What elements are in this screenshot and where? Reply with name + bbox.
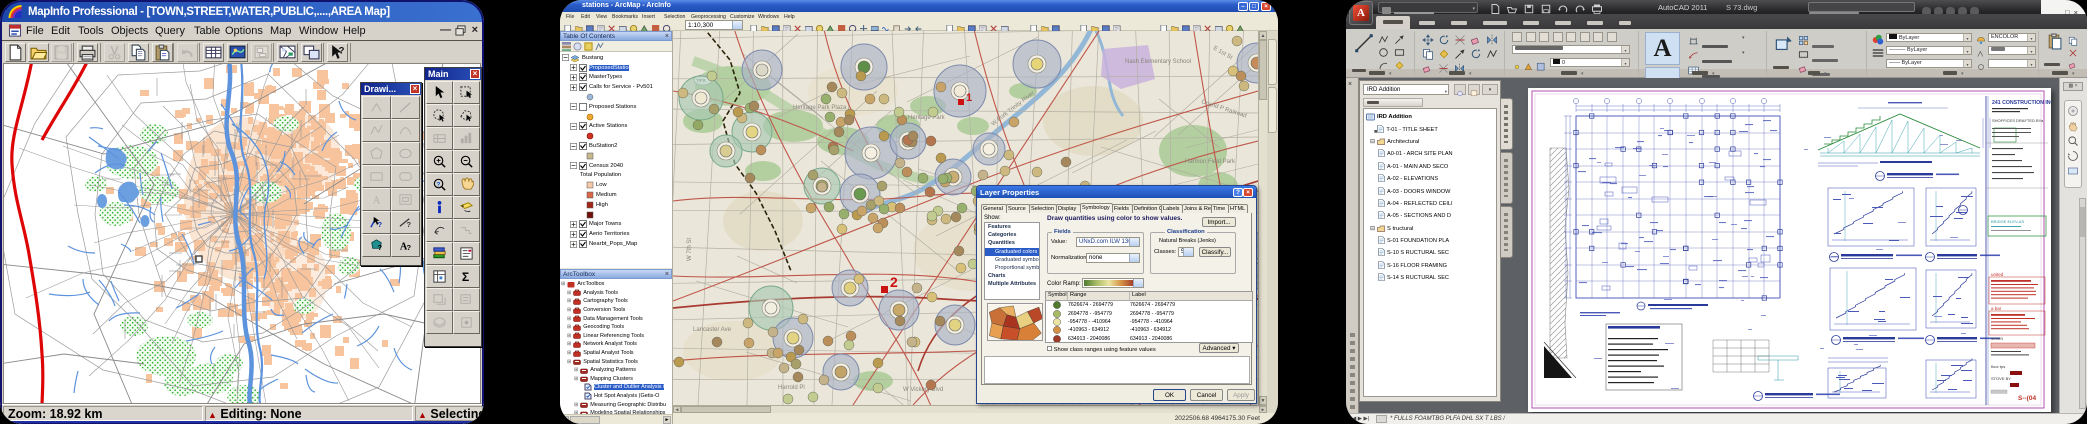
svg-text:DRAFTED BYa: DRAFTED BYa: [2016, 118, 2044, 123]
svg-text:S--(04: S--(04: [2018, 395, 2036, 402]
svg-text:STOVE BY: STOVE BY: [1991, 376, 2011, 381]
svg-text:W Vickery Blvd: W Vickery Blvd: [903, 387, 943, 393]
svg-text:SHOFFICES: SHOFFICES: [1992, 118, 2015, 123]
svg-text:2: 2: [890, 274, 898, 290]
svg-text:?: ?: [377, 243, 382, 252]
svg-text:W 7th St: W 7th St: [687, 238, 693, 261]
svg-text:?: ?: [406, 220, 411, 229]
svg-text:seven: seven: [1991, 336, 2004, 341]
svg-text:united: united: [1991, 272, 2004, 277]
svg-text:?: ?: [406, 243, 411, 252]
svg-text:241 CONSTRUCTION INC: 241 CONSTRUCTION INC: [1992, 100, 2051, 106]
svg-text:A: A: [373, 195, 381, 206]
svg-text:Heritage Park: Heritage Park: [908, 115, 946, 121]
svg-text:BRIDGE ELEV-AS: BRIDGE ELEV-AS: [1991, 219, 2024, 224]
svg-text:?: ?: [436, 181, 440, 188]
svg-text:?: ?: [339, 46, 345, 57]
svg-text:Σ: Σ: [462, 270, 469, 284]
svg-text:1: 1: [966, 92, 972, 104]
svg-text:floor tps: floor tps: [1991, 364, 2005, 369]
svg-text:Harmon Field Park: Harmon Field Park: [1185, 159, 1236, 165]
svg-text:Lancaster Ave: Lancaster Ave: [693, 327, 732, 333]
svg-text:Heritage Park Plaza: Heritage Park Plaza: [793, 105, 847, 111]
svg-text:a bar: a bar: [1991, 306, 2002, 311]
svg-text:?: ?: [377, 220, 382, 229]
svg-text:Nash Elementary School: Nash Elementary School: [1125, 59, 1191, 65]
svg-text:Harrold Pl: Harrold Pl: [778, 385, 805, 391]
